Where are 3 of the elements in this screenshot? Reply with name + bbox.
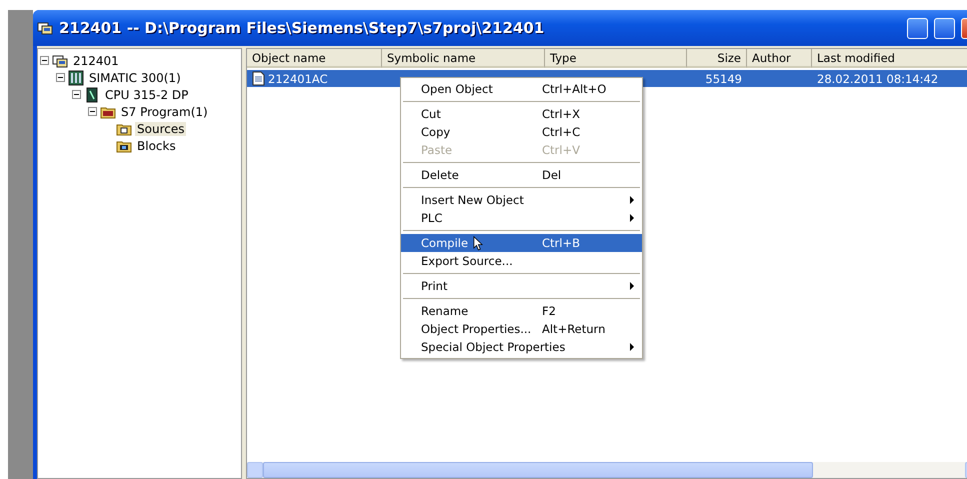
table-cell: 28.02.2011 08:14:42 [817,72,938,86]
window-title: 212401 -- D:\Program Files\Siemens\Step7\s7proj\212401 [59,19,546,37]
table-cell: 55149 [705,72,742,86]
